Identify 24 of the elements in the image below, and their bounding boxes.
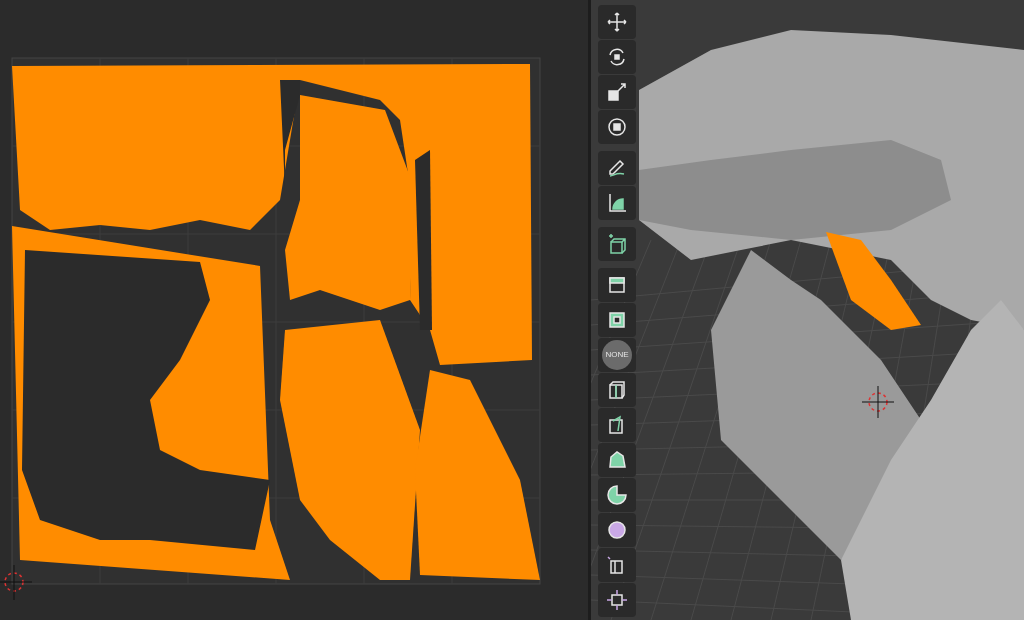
- loop-cut-tool[interactable]: [598, 373, 636, 407]
- scale-icon: [605, 80, 629, 104]
- smooth-tool[interactable]: [598, 513, 636, 547]
- shrink-arrows-icon: [605, 588, 629, 612]
- transform-icon: [605, 115, 629, 139]
- measure-tool[interactable]: [598, 186, 636, 220]
- edge-slide-tool[interactable]: [598, 548, 636, 582]
- add-cube-tool[interactable]: [598, 227, 636, 261]
- inset-tool[interactable]: [598, 303, 636, 337]
- extrude-tool[interactable]: [598, 268, 636, 302]
- annotate-tool[interactable]: [598, 151, 636, 185]
- spin-icon: [605, 483, 629, 507]
- shrink-tool[interactable]: [598, 583, 636, 617]
- spin-tool[interactable]: [598, 478, 636, 512]
- knife-tool[interactable]: [598, 408, 636, 442]
- move-tool[interactable]: [598, 5, 636, 39]
- move-arrows-icon: [605, 10, 629, 34]
- poly-build-tool[interactable]: [598, 443, 636, 477]
- sphere-icon: [605, 518, 629, 542]
- cursor-icon: [861, 385, 895, 419]
- cursor-icon: [0, 564, 33, 601]
- rotate-tool[interactable]: [598, 40, 636, 74]
- transform-tool[interactable]: [598, 110, 636, 144]
- scale-tool[interactable]: [598, 75, 636, 109]
